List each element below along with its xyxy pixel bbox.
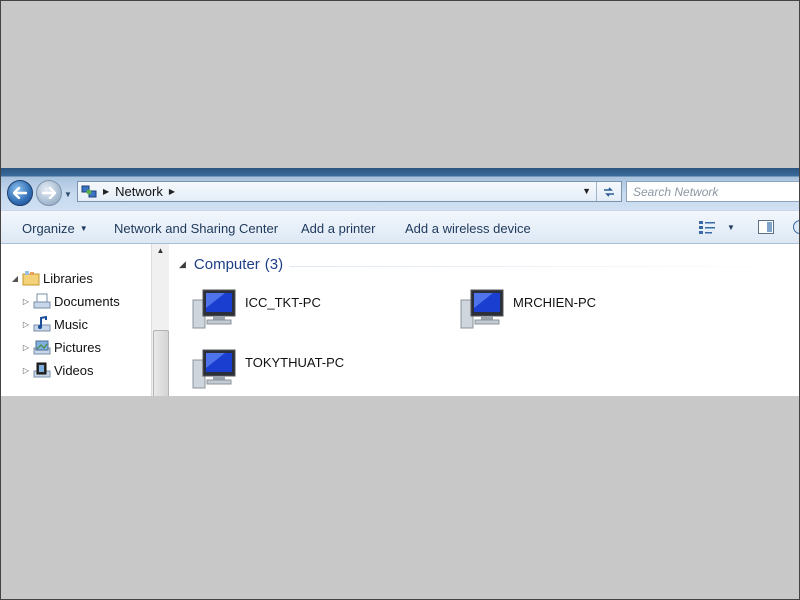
nav-label: Videos — [54, 362, 94, 378]
nav-item-videos[interactable]: ▷ Videos — [21, 360, 94, 380]
command-bar: Organize ▼ Network and Sharing Center Add… — [1, 210, 799, 244]
group-divider — [289, 266, 799, 267]
preview-pane-button[interactable] — [758, 220, 774, 234]
computer-icon — [460, 289, 504, 329]
organize-button[interactable]: Organize ▼ — [22, 221, 88, 236]
title-strip — [1, 168, 799, 176]
videos-icon — [33, 362, 51, 378]
search-input[interactable] — [627, 182, 799, 201]
breadcrumb-network[interactable]: Network — [115, 184, 163, 199]
breadcrumb-separator-icon[interactable]: ▶ — [169, 187, 175, 196]
recent-pages-dropdown[interactable]: ▼ — [64, 190, 72, 199]
chevron-down-icon: ▼ — [79, 224, 88, 233]
add-wireless-device-button[interactable]: Add a wireless device — [405, 221, 531, 236]
network-icon — [81, 185, 97, 197]
search-box[interactable] — [626, 181, 799, 202]
collapse-group-icon[interactable]: ◢ — [179, 259, 186, 270]
add-printer-button[interactable]: Add a printer — [301, 221, 375, 236]
view-options-chevron-icon[interactable]: ▼ — [727, 223, 735, 232]
address-toolbar: ▼ ▶ Network ▶ ▼ — [1, 168, 799, 210]
change-view-icon[interactable] — [699, 220, 717, 234]
nav-item-documents[interactable]: ▷ Documents — [21, 291, 120, 311]
computer-item[interactable]: ICC_TKT-PC — [191, 286, 321, 330]
forward-arrow-icon — [42, 187, 56, 199]
back-arrow-icon — [13, 187, 27, 199]
nav-label: Music — [54, 316, 88, 332]
nav-pane-scrollbar[interactable]: ▲ — [151, 244, 169, 396]
group-header-computer[interactable]: ◢ Computer (3) — [179, 256, 283, 273]
nav-label: Libraries — [43, 270, 93, 286]
nav-item-libraries[interactable]: ◢ Libraries — [10, 268, 93, 288]
scroll-up-arrow-icon[interactable]: ▲ — [152, 246, 169, 255]
computer-name: TOKYTHUAT-PC — [245, 354, 345, 370]
documents-icon — [33, 293, 51, 309]
music-icon — [33, 316, 51, 332]
address-dropdown-icon[interactable]: ▼ — [582, 186, 591, 196]
nav-item-pictures[interactable]: ▷ Pictures — [21, 337, 101, 357]
refresh-icon — [604, 186, 614, 197]
expand-arrow-icon[interactable]: ▷ — [21, 297, 31, 306]
computer-icon — [192, 289, 236, 329]
forward-button[interactable] — [36, 180, 62, 206]
pictures-icon — [33, 340, 51, 355]
computer-item[interactable]: MRCHIEN-PC — [459, 286, 596, 330]
computer-icon — [192, 349, 236, 389]
content-pane: ◢ Computer (3) ICC_TKT-PC MRCHIEN-PC TOK… — [169, 244, 799, 396]
libraries-icon — [22, 271, 40, 286]
address-field[interactable]: ▶ Network ▶ ▼ — [77, 181, 622, 202]
network-sharing-center-button[interactable]: Network and Sharing Center — [114, 221, 278, 236]
explorer-window: ▼ ▶ Network ▶ ▼ Organize ▼ Network — [1, 168, 799, 396]
navigation-pane: ◢ Libraries ▷ Documents ▷ Music ▷ Pictur… — [1, 244, 151, 396]
nav-label: Pictures — [54, 339, 101, 355]
computer-item[interactable]: TOKYTHUAT-PC — [191, 346, 344, 390]
organize-label: Organize — [22, 221, 75, 236]
help-icon[interactable] — [793, 220, 799, 234]
nav-label: Documents — [54, 293, 120, 309]
expand-arrow-icon[interactable]: ▷ — [21, 366, 31, 375]
scrollbar-thumb[interactable] — [153, 330, 169, 396]
back-button[interactable] — [7, 180, 33, 206]
nav-item-music[interactable]: ▷ Music — [21, 314, 88, 334]
breadcrumb-separator-icon[interactable]: ▶ — [103, 187, 109, 196]
collapse-arrow-icon[interactable]: ◢ — [10, 274, 20, 283]
expand-arrow-icon[interactable]: ▷ — [21, 320, 31, 329]
computer-name: ICC_TKT-PC — [245, 294, 321, 310]
refresh-button[interactable] — [596, 182, 621, 201]
group-title: Computer — [193, 256, 260, 273]
computer-name: MRCHIEN-PC — [513, 294, 597, 310]
expand-arrow-icon[interactable]: ▷ — [21, 343, 31, 352]
group-count: (3) — [264, 256, 284, 273]
